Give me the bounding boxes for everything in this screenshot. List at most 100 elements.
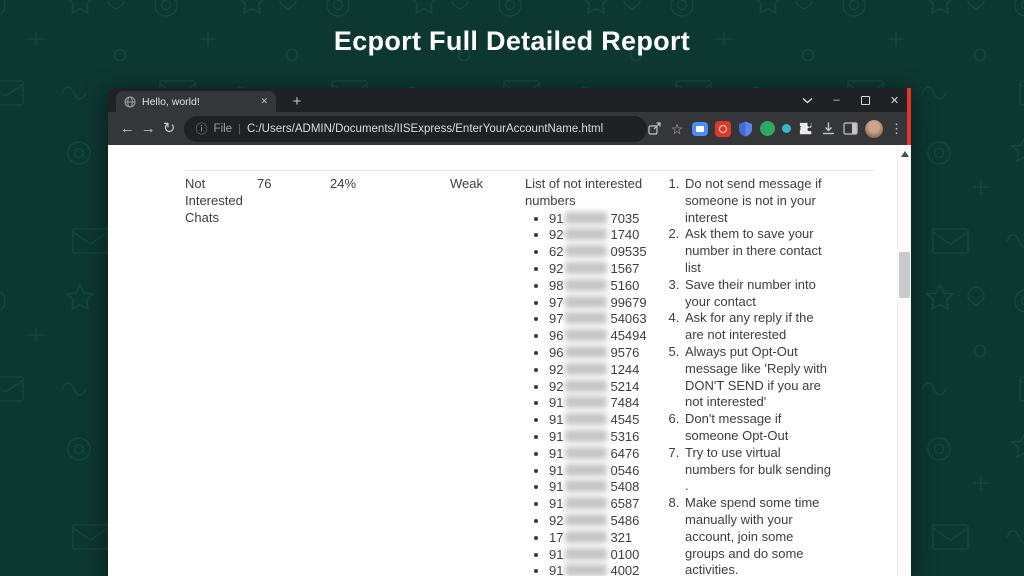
numbers-list-title: List of not interested numbers	[525, 176, 655, 210]
scrollbar-thumb[interactable]	[899, 252, 910, 298]
close-window-button[interactable]: ✕	[880, 88, 909, 112]
redacted-digits	[565, 262, 607, 274]
tab-close-icon[interactable]: ✕	[260, 97, 268, 106]
suggestion-item: Make spend some time manually with your …	[683, 495, 832, 576]
forward-icon[interactable]: →	[138, 121, 159, 136]
phone-number-item: 915408	[549, 479, 655, 496]
suggestion-item: Ask for any reply if the are not interes…	[683, 310, 832, 344]
suggestion-item: Do not send message if someone is not in…	[683, 176, 832, 226]
address-separator: |	[238, 123, 241, 135]
phone-prefix: 91	[549, 412, 563, 427]
phone-number-item: 92 1567	[549, 261, 655, 278]
phone-prefix: 97	[549, 295, 563, 310]
redacted-digits	[565, 447, 607, 459]
page-title: Ecport Full Detailed Report	[0, 26, 1024, 57]
toolbar-actions: ☆	[647, 120, 902, 138]
new-tab-button[interactable]: +	[286, 91, 308, 112]
minimize-button[interactable]: –	[822, 88, 851, 112]
bookmark-star-icon[interactable]: ☆	[669, 122, 685, 136]
suggestions-list: Do not send message if someone is not in…	[666, 176, 832, 576]
redacted-digits	[565, 548, 607, 560]
reload-icon[interactable]: ↻	[159, 121, 180, 136]
browser-window: Hello, world! ✕ + – ✕ ← → ↻ ⓘ File |	[108, 88, 911, 576]
phone-number-item: 910546	[549, 463, 655, 480]
redacted-digits	[565, 531, 607, 543]
phone-suffix: 5160	[610, 278, 639, 293]
share-icon[interactable]	[647, 121, 662, 136]
address-bar[interactable]: ⓘ File | C:/Users/ADMIN/Documents/IISExp…	[184, 116, 647, 142]
phone-suffix: 1244	[610, 362, 639, 377]
redacted-digits	[565, 346, 607, 358]
phone-number-item: 9754063	[549, 311, 655, 328]
recording-edge-indicator	[907, 88, 911, 145]
phone-suffix: 7035	[610, 211, 639, 226]
redacted-digits	[565, 396, 607, 408]
redacted-digits	[565, 363, 607, 375]
phone-prefix: 92	[549, 379, 563, 394]
phone-prefix: 97	[549, 311, 563, 326]
phone-prefix: 98	[549, 278, 563, 293]
metric-strength-cell: Weak	[450, 176, 483, 193]
side-panel-icon[interactable]	[843, 122, 858, 135]
address-scheme-label: File	[214, 123, 233, 135]
browser-menu-icon[interactable]: ⋮	[890, 121, 902, 137]
extension-green-icon[interactable]	[760, 121, 775, 136]
extension-blue-icon[interactable]	[692, 122, 708, 136]
phone-suffix: 99679	[610, 295, 646, 310]
tab-strip: Hello, world! ✕ + – ✕	[108, 88, 911, 112]
chevron-down-icon[interactable]	[793, 88, 822, 112]
info-icon[interactable]: ⓘ	[196, 120, 208, 137]
phone-suffix: 0100	[610, 547, 639, 562]
phone-number-item: 925214	[549, 379, 655, 396]
redacted-digits	[565, 514, 607, 526]
back-icon[interactable]: ←	[117, 121, 138, 136]
extension-red-icon[interactable]	[715, 121, 731, 137]
phone-number-item: 910100	[549, 547, 655, 564]
numbers-list-cell: List of not interested numbers 917035 92…	[525, 176, 655, 576]
scrollbar-up-icon[interactable]	[901, 151, 909, 157]
redacted-digits	[565, 279, 607, 291]
redacted-digits	[565, 430, 607, 442]
phone-suffix: 0546	[610, 463, 639, 478]
phone-suffix: 1567	[610, 261, 639, 276]
address-url: C:/Users/ADMIN/Documents/IISExpress/Ente…	[247, 123, 603, 135]
phone-suffix: 45494	[610, 328, 646, 343]
suggestion-item: Try to use virtual numbers for bulk send…	[683, 445, 832, 495]
phone-prefix: 91	[549, 395, 563, 410]
phone-suffix: 4002	[610, 563, 639, 576]
redacted-digits	[565, 329, 607, 341]
phone-prefix: 96	[549, 345, 563, 360]
downloads-icon[interactable]	[821, 121, 836, 136]
phone-suffix: 5316	[610, 429, 639, 444]
suggestion-item: Ask them to save your number in there co…	[683, 226, 832, 276]
phone-suffix: 1740	[610, 227, 639, 242]
redacted-digits	[565, 564, 607, 576]
phone-suffix: 4545	[610, 412, 639, 427]
suggestions-cell: Do not send message if someone is not in…	[666, 176, 832, 576]
extension-teal-icon[interactable]	[782, 124, 791, 133]
redacted-digits	[565, 480, 607, 492]
extension-blue-glyph	[696, 126, 704, 132]
phone-number-item: 921740	[549, 227, 655, 244]
phone-number-item: 98 5160	[549, 278, 655, 295]
phone-suffix: 9576	[610, 345, 639, 360]
phone-suffix: 7484	[610, 395, 639, 410]
phone-number-item: 914002	[549, 563, 655, 576]
browser-tab[interactable]: Hello, world! ✕	[116, 91, 276, 112]
report-page: Not Interested Chats 76 24% Weak List of…	[108, 145, 911, 576]
profile-avatar[interactable]	[865, 120, 883, 138]
maximize-button[interactable]	[851, 88, 880, 112]
extensions-puzzle-icon[interactable]	[798, 121, 814, 137]
redacted-digits	[565, 212, 607, 224]
not-interested-numbers-list: 917035 921740 6209535 921567 985160 9799…	[525, 211, 655, 576]
redacted-digits	[565, 245, 607, 257]
phone-prefix: 92	[549, 261, 563, 276]
extension-shield-icon[interactable]	[738, 121, 753, 137]
phone-number-item: 917035	[549, 211, 655, 228]
phone-suffix: 09535	[610, 244, 646, 259]
redacted-digits	[565, 296, 607, 308]
page-scrollbar[interactable]	[897, 145, 911, 576]
redacted-digits	[565, 312, 607, 324]
metric-name-cell: Not Interested Chats	[185, 176, 253, 226]
globe-icon	[124, 96, 136, 108]
